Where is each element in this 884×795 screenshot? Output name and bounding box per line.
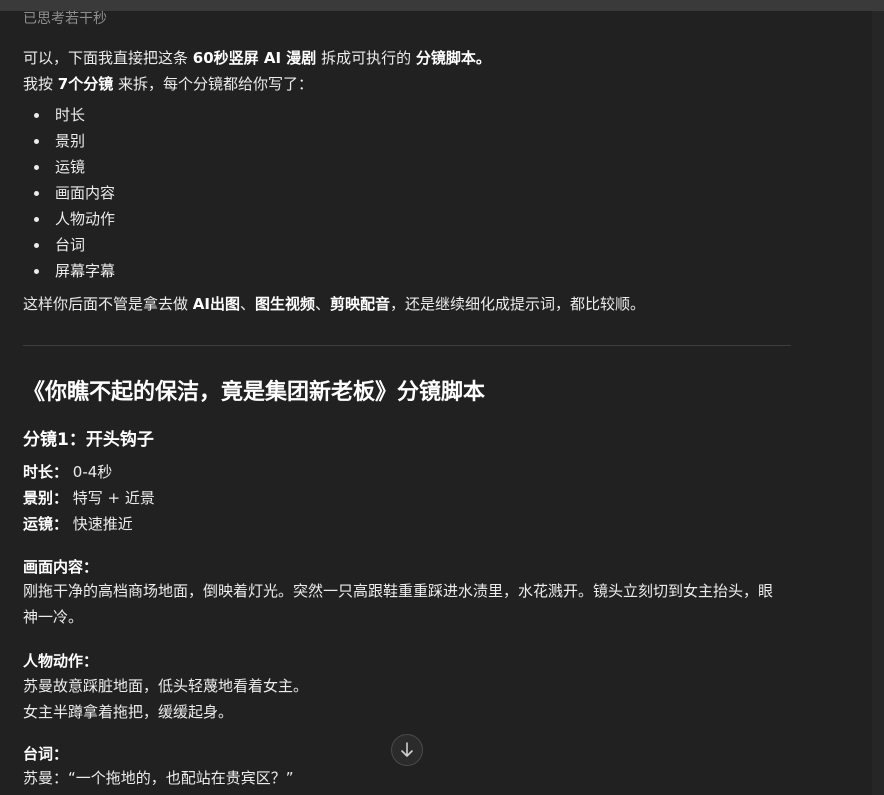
window-top-bar — [0, 0, 884, 11]
thought-duration-label[interactable]: 已思考若干秒 — [23, 8, 107, 28]
list-item: 景别 — [23, 128, 115, 154]
field-list: 时长 景别 运镜 画面内容 人物动作 台词 屏幕字幕 — [23, 102, 115, 284]
shot-heading: 分镜1：开头钩子 — [23, 430, 154, 450]
list-item: 台词 — [23, 232, 115, 258]
outro-bold: AI出图 — [192, 295, 240, 313]
camera-row: 运镜： 快速推近 — [23, 513, 133, 534]
list-item: 时长 — [23, 102, 115, 128]
intro-bold-2: 分镜脚本。 — [415, 49, 491, 67]
action-line-2: 女主半蹲拿着拖把，缓缓起身。 — [23, 703, 234, 721]
outro-text: ，还是继续细化成提示词，都比较顺。 — [390, 295, 646, 313]
outro-paragraph: 这样你后面不管是拿去做 AI出图、图生视频、剪映配音，还是继续细化成提示词，都比… — [23, 294, 645, 315]
shot-type-row: 景别： 特写 + 近景 — [23, 487, 155, 508]
duration-label: 时长： — [23, 463, 69, 481]
duration-row: 时长： 0-4秒 — [23, 461, 112, 482]
outro-text: 、 — [315, 295, 331, 313]
intro-line-2: 我按 7个分镜 来拆，每个分镜都给你写了： — [23, 74, 313, 95]
dialogue-line-1: 苏曼：“一个拖地的，也配站在贵宾区？” — [23, 769, 294, 787]
scroll-to-bottom-button[interactable] — [391, 734, 423, 766]
intro-text: 拆成可执行的 — [316, 49, 416, 67]
list-item: 屏幕字幕 — [23, 258, 115, 284]
intro-bold-3: 7个分镜 — [57, 75, 114, 93]
intro-bold-1: 60秒竖屏 AI 漫剧 — [192, 49, 317, 67]
intro-line-1: 可以，下面我直接把这条 60秒竖屏 AI 漫剧 拆成可执行的 分镜脚本。 — [23, 48, 491, 69]
dialogue-label: 台词： — [23, 745, 69, 763]
list-item: 画面内容 — [23, 180, 115, 206]
shot-type-label: 景别： — [23, 489, 69, 507]
intro-text: 可以，下面我直接把这条 — [23, 49, 193, 67]
intro-text: 我按 — [23, 75, 58, 93]
intro-text: 来拆，每个分镜都给你写了： — [113, 75, 313, 93]
outro-bold: 剪映配音 — [330, 295, 391, 313]
outro-text: 这样你后面不管是拿去做 — [23, 295, 193, 313]
action-label: 人物动作： — [23, 652, 99, 670]
arrow-down-icon — [401, 742, 413, 757]
visual-label: 画面内容： — [23, 558, 99, 576]
list-item: 运镜 — [23, 154, 115, 180]
camera-value: 快速推近 — [68, 515, 133, 533]
action-line-1: 苏曼故意踩脏地面，低头轻蔑地看着女主。 — [23, 677, 309, 695]
list-item: 人物动作 — [23, 206, 115, 232]
visual-text: 刚拖干净的高档商场地面，倒映着灯光。突然一只高跟鞋重重踩进水渍里，水花溅开。镜头… — [23, 582, 774, 626]
shot-type-value: 特写 + 近景 — [68, 489, 155, 507]
duration-value: 0-4秒 — [68, 463, 113, 481]
script-title: 《你瞧不起的保洁，竟是集团新老板》分镜脚本 — [23, 380, 486, 405]
scrollbar[interactable] — [872, 11, 884, 795]
camera-label: 运镜： — [23, 515, 69, 533]
divider — [23, 345, 791, 346]
outro-text: 、 — [239, 295, 255, 313]
outro-bold: 图生视频 — [255, 295, 316, 313]
